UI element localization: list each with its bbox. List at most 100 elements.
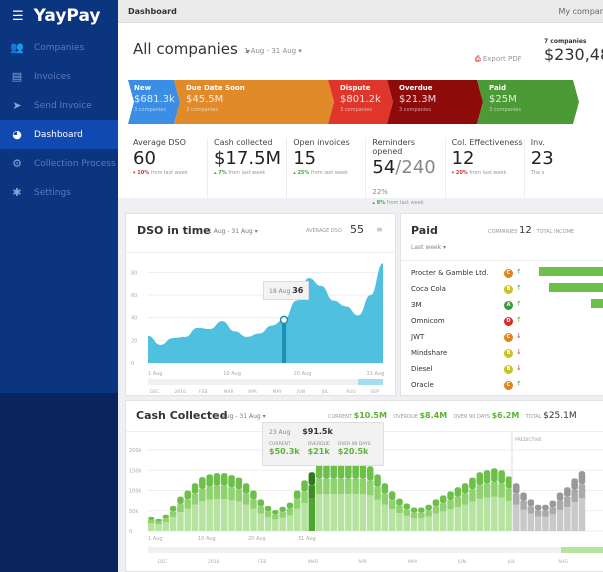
y-tick: 100k [129, 489, 142, 495]
company-name[interactable]: JWT [411, 333, 424, 341]
cash-bar [359, 478, 367, 495]
grade-badge: C [504, 333, 513, 342]
stage-new[interactable]: New $681.3k 3 companies [128, 80, 180, 124]
brand[interactable]: ☰ YayPay [12, 6, 100, 26]
metric-card[interactable]: Average DSO 60 ▾ 10% from last week [128, 138, 207, 206]
cash-bar [242, 504, 250, 531]
export-pdf-button[interactable]: ⎙ Export PDF [475, 55, 522, 64]
trend-up-icon: ↑ [516, 380, 522, 388]
metric-card[interactable]: Open invoices 15 ▴ 25% from last week [286, 138, 365, 206]
gear-icon: ✱ [12, 186, 22, 199]
month-label: DEC [150, 389, 159, 395]
menu-icon[interactable]: ≡ [376, 225, 383, 234]
dso-area [148, 263, 383, 363]
company-name[interactable]: 3M [411, 301, 422, 309]
sidebar-item-collection-process[interactable]: ⚙ Collection Process [0, 149, 118, 178]
cash-bar [330, 464, 337, 479]
cash-bar [199, 477, 206, 490]
trend-down-icon: ↓ [516, 332, 522, 340]
cash-range-selector[interactable]: 1 Aug - 31 Aug ▾ [216, 413, 266, 420]
metric-card[interactable]: Reminders opened 54/240 22% ▴ 9% from last… [365, 138, 444, 206]
cash-bar [199, 489, 206, 502]
menu-icon[interactable]: ☰ [12, 9, 24, 24]
company-name[interactable]: Procter & Gamble Ltd. [411, 269, 489, 277]
cash-bar [323, 494, 330, 531]
company-name[interactable]: Mindshare [411, 349, 447, 357]
predictive-bar [520, 492, 527, 502]
date-range-selector[interactable]: 1 Aug - 31 Aug ▾ [244, 47, 302, 55]
predictive-bar [534, 516, 542, 531]
sidebar-item-companies[interactable]: 👥 Companies [0, 33, 118, 62]
cash-bar [440, 503, 447, 512]
cash-bar [330, 494, 337, 531]
cash-tooltip: 23 Aug $91.5k CURRENT $50.3k OVERDUE $21k OV… [262, 422, 384, 466]
predictive-bar [513, 493, 520, 505]
predictive-bar [520, 501, 527, 510]
cash-bar [454, 506, 462, 531]
cash-bar [184, 508, 191, 531]
cash-bar [476, 472, 483, 486]
grade-badge: D [504, 317, 513, 326]
cash-bar [498, 483, 505, 498]
cash-bar [403, 509, 410, 516]
trend-down-icon: ↓ [516, 348, 522, 356]
current-value: $10.5M [353, 411, 387, 420]
company-menu[interactable]: My compar [558, 7, 603, 16]
income-bar [539, 267, 603, 276]
cash-bar [294, 490, 301, 500]
sidebar-item-invoices[interactable]: ▤ Invoices [0, 62, 118, 91]
predictive-bar [513, 483, 520, 494]
y-tick: 40 [131, 316, 137, 322]
metric-card[interactable]: Cash collected $17.5M ▴ 7% from last week [206, 138, 286, 206]
stage-due-date-soon[interactable]: Due Date Soon $45.5M 3 companies [174, 80, 334, 124]
cash-bar [323, 464, 330, 479]
metric-card[interactable]: Inv. 23 The s [523, 138, 603, 206]
trend-up-icon: ↑ [516, 300, 522, 308]
cash-bar [177, 496, 184, 505]
company-name[interactable]: Diesel [411, 365, 433, 373]
predictive-bar [549, 500, 556, 508]
cash-bar [286, 502, 294, 509]
stage-overdue[interactable]: Overdue $21.3M 3 companies [387, 80, 483, 124]
month-label: MAR [308, 559, 318, 565]
period-selector[interactable]: Last week ▾ [411, 244, 446, 251]
cash-bar [169, 511, 177, 518]
predictive-bar [527, 513, 535, 531]
stage-paid[interactable]: Paid $25M 3 companies [477, 80, 579, 124]
company-name[interactable]: Omnicom [411, 317, 445, 325]
cash-bar [279, 517, 286, 531]
sidebar-item-settings[interactable]: ✱ Settings [0, 178, 118, 207]
month-label: FEB [258, 559, 267, 565]
cash-bar [345, 478, 352, 495]
cash-bar [374, 486, 381, 500]
company-selector[interactable]: All companies ▾ [133, 40, 250, 58]
cash-bar [169, 505, 177, 512]
company-name[interactable]: Oracle [411, 381, 434, 389]
cash-bar [491, 482, 498, 497]
predictive-bar [556, 501, 564, 510]
cash-bar [272, 509, 279, 515]
cash-panel: Cash Collected 1 Aug - 31 Aug ▾ CURRENT … [125, 400, 603, 572]
month-label: APR [248, 389, 257, 395]
cash-bar [155, 518, 162, 522]
y-tick: 50k [129, 509, 138, 515]
sidebar: ☰ YayPay 👥 Companies ▤ Invoices ➤ Send Invoice… [0, 0, 118, 572]
dso-range-selector[interactable]: 1 Aug - 31 Aug ▾ [208, 228, 258, 235]
cash-bar [323, 478, 330, 495]
cash-bar [476, 485, 483, 499]
cash-bar [345, 494, 352, 531]
sidebar-item-dashboard[interactable]: ◕ Dashboard [0, 120, 118, 149]
cash-bar [308, 485, 316, 499]
cash-bar [461, 493, 469, 505]
company-name[interactable]: Coca Cola [411, 285, 446, 293]
month-label: JUL [321, 389, 330, 395]
x-tick: 20 Aug [248, 536, 266, 542]
pie-chart-icon: ◕ [12, 128, 22, 141]
dso-title: DSO in time [137, 224, 211, 237]
cash-bar [425, 510, 432, 517]
y-tick: 20 [131, 338, 137, 344]
metric-card[interactable]: Col. Effectiveness 12 ▾ 20% from last week [444, 138, 524, 206]
sidebar-item-send-invoice[interactable]: ➤ Send Invoice [0, 91, 118, 120]
cash-bar [301, 491, 308, 504]
stage-dispute[interactable]: Dispute $801.2k 3 companies [328, 80, 393, 124]
